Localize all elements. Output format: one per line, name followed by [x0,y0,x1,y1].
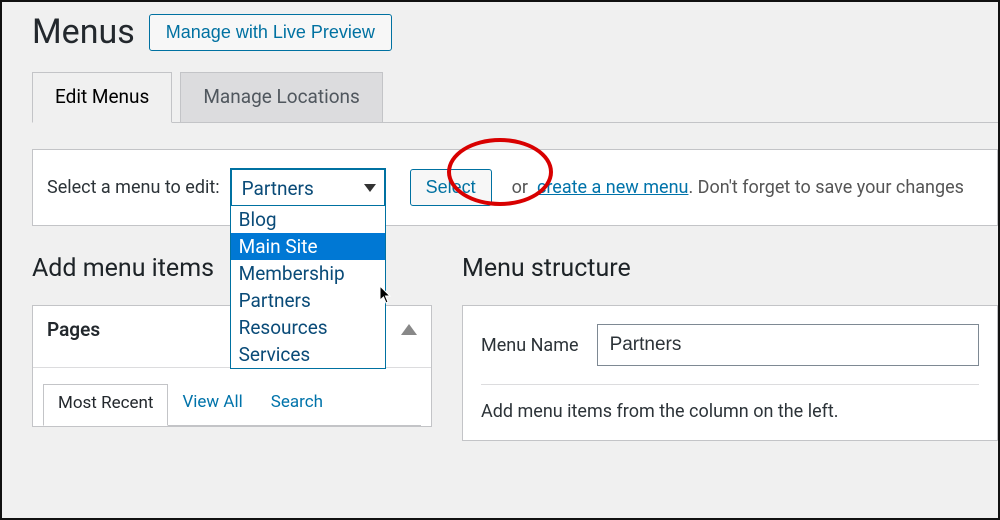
inner-tab-most-recent[interactable]: Most Recent [43,384,168,426]
chevron-down-icon [364,184,376,192]
menu-select-dropdown[interactable]: Partners [230,168,386,207]
menu-select-value: Partners [242,177,314,200]
menu-option-membership[interactable]: Membership [231,260,385,287]
menu-select-bar: Select a menu to edit: Partners Blog Mai… [32,149,998,226]
menu-structure-help: Add menu items from the column on the le… [481,401,979,422]
menu-select-options: Blog Main Site Membership Partners Resou… [230,205,386,369]
menu-name-label: Menu Name [481,335,579,356]
tab-manage-locations[interactable]: Manage Locations [180,72,383,122]
nav-tabs: Edit Menus Manage Locations [32,72,998,123]
menu-option-blog[interactable]: Blog [231,206,385,233]
inner-tab-search[interactable]: Search [257,384,337,425]
or-text: or [512,177,528,198]
tab-edit-menus[interactable]: Edit Menus [32,72,172,123]
page-title: Menus [32,12,135,52]
pages-accordion-title: Pages [47,318,100,341]
menu-select-wrap: Partners Blog Main Site Membership Partn… [230,168,386,207]
collapse-icon [401,324,417,335]
menu-name-input[interactable] [597,324,979,366]
or-create-text: or create a new menu. Don't forget to sa… [512,177,964,198]
dont-forget-text: . Don't forget to save your changes [688,177,963,198]
menu-option-resources[interactable]: Resources [231,314,385,341]
select-button[interactable]: Select [410,169,492,206]
menu-structure-heading: Menu structure [462,254,998,283]
inner-tab-view-all[interactable]: View All [168,384,256,425]
menu-structure-box: Menu Name Add menu items from the column… [462,305,998,441]
menu-option-services[interactable]: Services [231,341,385,368]
menu-option-partners[interactable]: Partners [231,287,385,314]
pages-inner-tabs: Most Recent View All Search [43,384,421,426]
menu-select-label: Select a menu to edit: [47,177,220,198]
live-preview-button[interactable]: Manage with Live Preview [149,14,392,51]
menu-option-main-site[interactable]: Main Site [231,233,385,260]
create-new-menu-link[interactable]: create a new menu [537,177,689,198]
